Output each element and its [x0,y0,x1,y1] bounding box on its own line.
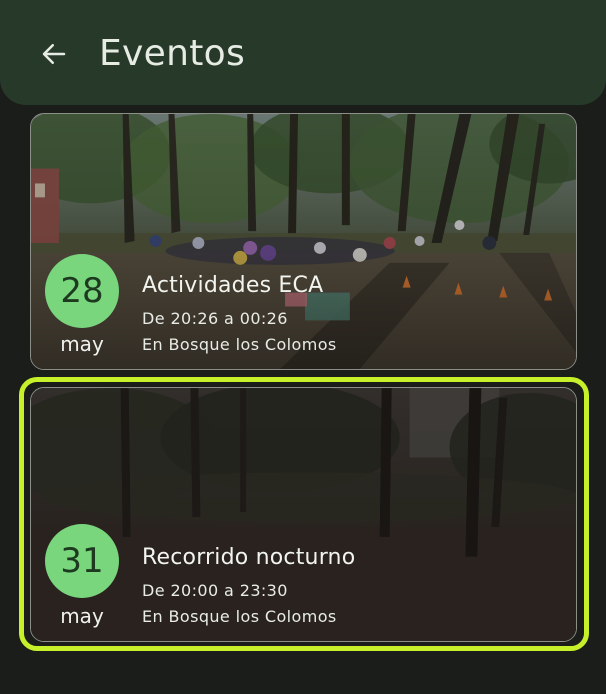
date-day-badge: 31 [45,524,119,598]
top-app-bar: Eventos [0,0,606,105]
event-title: Actividades ECA [142,273,324,298]
arrow-left-icon [42,44,66,64]
back-button[interactable] [30,30,78,78]
event-location: En Bosque los Colomos [142,335,337,354]
date-month-label: may [60,604,104,628]
page-title: Eventos [99,33,246,74]
event-time: De 20:00 a 23:30 [142,581,288,600]
date-month-label: may [60,332,104,356]
event-card-actividades-eca[interactable]: 28 may Actividades ECA De 20:26 a 00:26 … [30,113,577,370]
event-title: Recorrido nocturno [142,545,356,570]
event-time: De 20:26 a 00:26 [142,309,288,328]
event-photo-forest-day [31,114,576,369]
events-screen: Eventos 28 may Actividades ECA De 20:26 … [0,0,606,694]
event-card-recorrido-nocturno[interactable]: 31 may Recorrido nocturno De 20:00 a 23:… [30,387,577,642]
event-location: En Bosque los Colomos [142,607,337,626]
date-day-badge: 28 [45,254,119,328]
